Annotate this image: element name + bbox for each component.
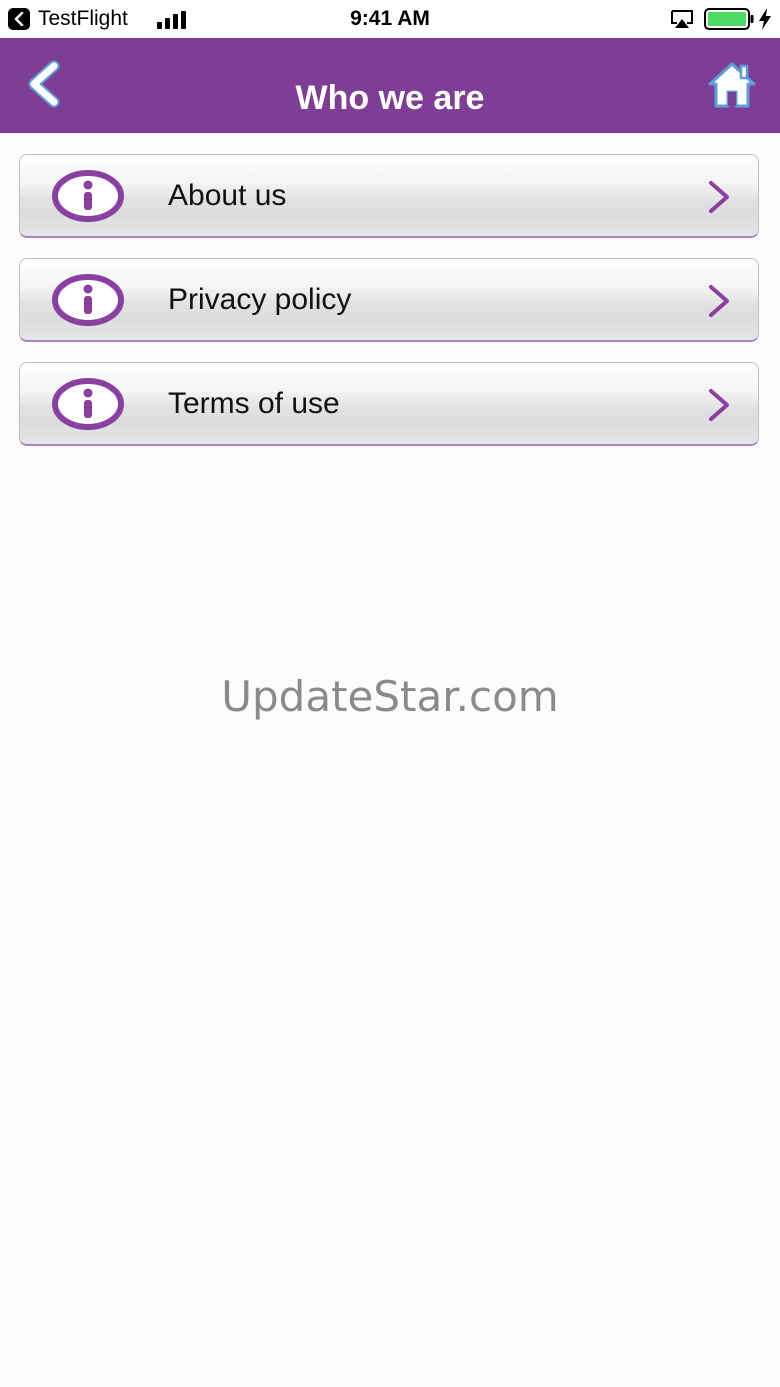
menu-list: About us Privacy policy Terms of use xyxy=(19,154,761,466)
menu-item-label: Privacy policy xyxy=(168,283,352,316)
menu-item-terms-of-use[interactable]: Terms of use xyxy=(19,362,759,446)
chevron-right-icon xyxy=(709,285,729,317)
status-bar: TestFlight 9:41 AM xyxy=(0,0,780,38)
page-title: Who we are xyxy=(295,79,485,117)
menu-item-privacy-policy[interactable]: Privacy policy xyxy=(19,258,759,342)
menu-item-label: Terms of use xyxy=(168,387,340,420)
menu-item-about-us[interactable]: About us xyxy=(19,154,759,238)
chevron-right-icon xyxy=(709,389,729,421)
app-header: Who we are xyxy=(0,38,780,133)
chevron-right-icon xyxy=(709,181,729,213)
menu-item-label: About us xyxy=(168,179,287,212)
info-icon xyxy=(52,170,124,222)
airplay-icon xyxy=(671,10,693,28)
watermark: UpdateStar.com xyxy=(221,672,559,721)
status-time: 9:41 AM xyxy=(350,7,430,30)
charging-bolt-icon xyxy=(759,8,771,30)
battery-icon xyxy=(704,8,754,30)
home-icon xyxy=(708,62,756,108)
info-icon xyxy=(52,378,124,430)
home-button[interactable] xyxy=(706,60,758,110)
info-icon xyxy=(52,274,124,326)
